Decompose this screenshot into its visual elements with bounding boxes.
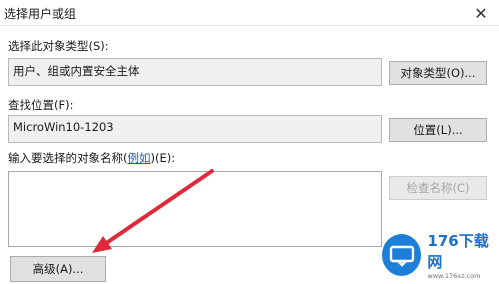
download-icon [389,245,414,267]
object-names-label-prefix: 输入要选择的对象名称( [8,151,128,165]
location-label: 查找位置(F): [8,98,74,112]
window-title: 选择用户或组 [4,7,77,21]
object-type-label: 选择此对象类型(S): [8,39,109,53]
check-names-button: 检查名称(C) [389,176,487,200]
locations-button[interactable]: 位置(L)... [389,118,487,142]
object-types-button[interactable]: 对象类型(O)... [389,61,487,85]
brand-logo-icon [382,234,422,276]
watermark: 176下载网 www.176xz.com [382,226,499,284]
close-button[interactable]: ✕ [463,0,499,26]
advanced-button[interactable]: 高级(A)... [10,256,106,282]
object-names-label: 输入要选择的对象名称(例如)(E): [8,150,175,166]
watermark-url: www.176xz.com [427,272,481,280]
close-icon: ✕ [474,3,488,23]
title-bar: 选择用户或组 ✕ [0,0,499,26]
watermark-text: 176下载网 www.176xz.com [427,230,499,280]
examples-link[interactable]: 例如 [128,151,151,165]
object-names-input[interactable] [8,171,382,247]
watermark-brand: 176下载网 [427,232,489,271]
object-names-label-suffix: )(E): [150,151,176,165]
object-type-field: 用户、组或内置安全主体 [8,58,382,86]
location-field: MicroWin10-1203 [8,115,382,143]
